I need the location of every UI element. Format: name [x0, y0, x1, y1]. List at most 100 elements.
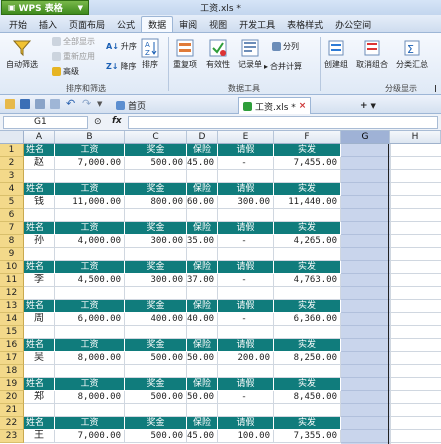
value-cell[interactable]: 8,000.00 — [55, 352, 125, 365]
value-cell[interactable]: 50.00 — [187, 352, 218, 365]
value-cell[interactable]: 300.00 — [125, 235, 187, 248]
sort-button[interactable]: AZ 排序 — [141, 38, 159, 70]
header-cell[interactable]: 请假 — [218, 144, 274, 157]
value-cell[interactable]: 8,000.00 — [55, 391, 125, 404]
header-cell[interactable]: 姓名 — [24, 300, 55, 313]
value-cell[interactable]: 6,360.00 — [274, 313, 341, 326]
header-cell[interactable]: 保险 — [187, 339, 218, 352]
row-header-22[interactable]: 22 — [0, 417, 24, 430]
empty-cell[interactable] — [55, 248, 125, 261]
tab-5[interactable]: 审阅 — [173, 16, 203, 32]
tab-0[interactable]: 开始 — [3, 16, 33, 32]
value-cell[interactable]: 45.00 — [187, 157, 218, 170]
empty-cell[interactable] — [24, 170, 55, 183]
value-cell[interactable]: 800.00 — [125, 196, 187, 209]
selected-column-g[interactable] — [341, 144, 390, 444]
subtotal-button[interactable]: Σ 分类汇总 — [396, 38, 428, 70]
formula-input[interactable] — [128, 116, 438, 129]
close-tab-icon[interactable]: × — [299, 101, 307, 111]
empty-cell[interactable] — [55, 287, 125, 300]
value-cell[interactable]: 8,450.00 — [274, 391, 341, 404]
header-cell[interactable]: 工资 — [55, 378, 125, 391]
value-cell[interactable]: 8,250.00 — [274, 352, 341, 365]
create-group-button[interactable]: 创建组 — [324, 38, 348, 70]
empty-cell[interactable] — [55, 404, 125, 417]
save-icon[interactable] — [20, 99, 30, 109]
empty-cell[interactable] — [125, 209, 187, 222]
header-cell[interactable]: 奖金 — [125, 261, 187, 274]
header-cell[interactable]: 工资 — [55, 339, 125, 352]
empty-cell[interactable] — [125, 170, 187, 183]
split-column-button[interactable]: 分列 — [272, 41, 299, 52]
value-cell[interactable]: 35.00 — [187, 235, 218, 248]
value-cell[interactable]: 500.00 — [125, 430, 187, 443]
header-cell[interactable]: 请假 — [218, 300, 274, 313]
empty-cell[interactable] — [218, 404, 274, 417]
row-header-3[interactable]: 3 — [0, 170, 24, 183]
header-cell[interactable]: 实发 — [274, 183, 341, 196]
header-cell[interactable]: 姓名 — [24, 261, 55, 274]
undo-icon[interactable]: ↶ — [66, 97, 75, 110]
record-sheet-button[interactable]: 记录单 — [238, 38, 262, 70]
empty-cell[interactable] — [274, 287, 341, 300]
empty-cell[interactable] — [218, 326, 274, 339]
column-header-c[interactable]: C — [125, 131, 187, 144]
column-header-d[interactable]: D — [187, 131, 218, 144]
tab-8[interactable]: 表格样式 — [281, 16, 329, 32]
header-cell[interactable]: 奖金 — [125, 144, 187, 157]
header-cell[interactable]: 请假 — [218, 339, 274, 352]
row-header-2[interactable]: 2 — [0, 157, 24, 170]
sort-ascending-button[interactable]: A↓ 升序 — [106, 41, 137, 52]
header-cell[interactable]: 姓名 — [24, 378, 55, 391]
value-cell[interactable]: 4,000.00 — [55, 235, 125, 248]
value-cell[interactable]: 6,000.00 — [55, 313, 125, 326]
reapply-button[interactable]: 重新应用 — [52, 51, 95, 62]
row-header-6[interactable]: 6 — [0, 209, 24, 222]
header-cell[interactable]: 工资 — [55, 417, 125, 430]
value-cell[interactable]: 4,500.00 — [55, 274, 125, 287]
empty-cell[interactable] — [274, 248, 341, 261]
empty-cell[interactable] — [55, 170, 125, 183]
row-header-4[interactable]: 4 — [0, 183, 24, 196]
header-cell[interactable]: 实发 — [274, 261, 341, 274]
name-cell[interactable]: 李 — [24, 274, 55, 287]
empty-cell[interactable] — [187, 404, 218, 417]
tab-salary-file[interactable]: 工资.xls * × — [238, 97, 312, 114]
header-cell[interactable]: 保险 — [187, 144, 218, 157]
value-cell[interactable]: 300.00 — [218, 196, 274, 209]
value-cell[interactable]: 11,440.00 — [274, 196, 341, 209]
tab-home[interactable]: 首页 — [112, 97, 150, 114]
row-header-5[interactable]: 5 — [0, 196, 24, 209]
column-header-f[interactable]: F — [274, 131, 341, 144]
row-header-10[interactable]: 10 — [0, 261, 24, 274]
header-cell[interactable]: 工资 — [55, 183, 125, 196]
name-cell[interactable]: 孙 — [24, 235, 55, 248]
name-cell[interactable]: 周 — [24, 313, 55, 326]
header-cell[interactable]: 姓名 — [24, 339, 55, 352]
value-cell[interactable]: - — [218, 235, 274, 248]
empty-cell[interactable] — [55, 365, 125, 378]
empty-cell[interactable] — [218, 248, 274, 261]
header-cell[interactable]: 实发 — [274, 300, 341, 313]
sort-descending-button[interactable]: Z↓ 降序 — [106, 61, 137, 72]
row-header-15[interactable]: 15 — [0, 326, 24, 339]
header-cell[interactable]: 奖金 — [125, 339, 187, 352]
value-cell[interactable]: 200.00 — [218, 352, 274, 365]
header-cell[interactable]: 奖金 — [125, 183, 187, 196]
value-cell[interactable]: 7,000.00 — [55, 430, 125, 443]
row-header-14[interactable]: 14 — [0, 313, 24, 326]
column-header-b[interactable]: B — [55, 131, 125, 144]
print-preview-icon[interactable] — [50, 99, 60, 109]
empty-cell[interactable] — [24, 209, 55, 222]
header-cell[interactable]: 实发 — [274, 222, 341, 235]
value-cell[interactable]: 500.00 — [125, 157, 187, 170]
empty-cell[interactable] — [274, 404, 341, 417]
value-cell[interactable]: - — [218, 391, 274, 404]
header-cell[interactable]: 实发 — [274, 378, 341, 391]
header-cell[interactable]: 保险 — [187, 222, 218, 235]
open-folder-icon[interactable] — [5, 99, 15, 109]
tab-9[interactable]: 办公空间 — [329, 16, 377, 32]
new-tab-button[interactable]: + ▼ — [356, 97, 380, 114]
empty-cell[interactable] — [125, 287, 187, 300]
header-cell[interactable]: 保险 — [187, 183, 218, 196]
